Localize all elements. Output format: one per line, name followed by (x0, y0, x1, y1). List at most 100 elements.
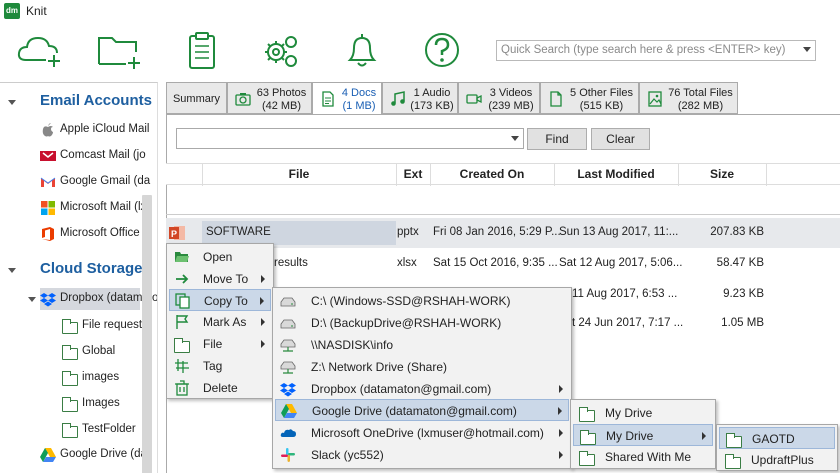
quick-search-input[interactable]: Quick Search (type search here & press <… (496, 40, 816, 61)
flag-icon (176, 315, 189, 329)
tab-bar: Summary 63 Photos (42 MB) 4 Docs (1 MB) … (166, 82, 840, 115)
onedrive-icon (280, 429, 296, 437)
open-folder-icon (175, 252, 189, 262)
menu-item-mark-as[interactable]: Mark As (169, 311, 271, 333)
menu-item-dropbox[interactable]: Dropbox (datamaton@gmail.com) (275, 378, 569, 400)
cell-size: 9.23 KB (723, 288, 764, 300)
column-ext[interactable]: Ext (396, 167, 430, 181)
sidebar-heading-cloud: Cloud Storage (40, 260, 143, 277)
grid-filter-row[interactable] (166, 185, 840, 215)
microsoft-icon (41, 201, 55, 215)
cell-size: 58.47 KB (716, 257, 764, 269)
music-note-icon (391, 91, 405, 106)
tab-photos[interactable]: 63 Photos (42 MB) (227, 82, 312, 114)
chevron-right-icon (702, 432, 706, 440)
collapse-cloud-icon[interactable] (8, 268, 16, 273)
column-modified[interactable]: Last Modified (554, 167, 678, 181)
sidebar-heading-email: Email Accounts (40, 92, 152, 109)
menu-item-tag[interactable]: Tag (169, 355, 271, 377)
google-drive-icon (40, 448, 56, 462)
toolbar: Quick Search (type search here & press <… (0, 22, 840, 80)
search-placeholder: Quick Search (type search here & press <… (501, 44, 786, 56)
title-bar: dm Knit (0, 0, 840, 22)
folder-icon (726, 433, 742, 448)
folder-icon (580, 430, 596, 445)
sidebar-item-dropbox[interactable]: Dropbox (datamaton (40, 288, 157, 310)
menu-item-slack[interactable]: Slack (yc552) (275, 444, 569, 466)
menu-item-drive-c[interactable]: C:\ (Windows-SSD@RSHAH-WORK) (275, 290, 569, 312)
cell-size: 1.05 MB (721, 317, 764, 329)
menu-item-gaotd[interactable]: GAOTD (719, 427, 835, 449)
gmail-icon (40, 177, 56, 187)
column-file[interactable]: File (202, 167, 396, 181)
chevron-right-icon (261, 340, 265, 348)
folder-icon (174, 338, 190, 353)
cell-created: Fri 08 Jan 2016, 5:29 P... (433, 226, 561, 238)
menu-item-onedrive[interactable]: Microsoft OneDrive (lxmuser@hotmail.com) (275, 422, 569, 444)
menu-item-network-drive-z[interactable]: Z:\ Network Drive (Share) (275, 356, 569, 378)
menu-item-drive-d[interactable]: D:\ (BackupDrive@RSHAH-WORK) (275, 312, 569, 334)
menu-item-my-drive-root[interactable]: My Drive (573, 402, 713, 424)
sidebar-scrollbar[interactable] (142, 195, 152, 473)
menu-item-open[interactable]: Open (169, 246, 271, 268)
menu-item-nasdisk[interactable]: \\NASDISK\info (275, 334, 569, 356)
menu-item-updraftplus[interactable]: UpdraftPlus (719, 449, 835, 471)
filter-combo[interactable] (176, 128, 524, 149)
column-created[interactable]: Created On (430, 167, 554, 181)
cell-modified: t 24 Jun 2017, 7:17 ... (572, 317, 684, 329)
folder-icon (62, 319, 78, 334)
menu-item-move-to[interactable]: Move To (169, 268, 271, 290)
tag-icon (175, 359, 189, 373)
cell-file: results (274, 257, 308, 269)
google-drive-icon (281, 404, 297, 418)
folder-icon (579, 451, 595, 466)
menu-item-google-drive[interactable]: Google Drive (datamaton@gmail.com) (275, 399, 569, 421)
cloud-add-icon[interactable] (16, 30, 64, 70)
document-icon (322, 91, 334, 107)
powerpoint-icon: P (169, 226, 185, 240)
chevron-down-icon[interactable] (803, 47, 811, 52)
menu-item-my-drive[interactable]: My Drive (573, 424, 713, 446)
chevron-right-icon (260, 297, 264, 305)
tab-summary[interactable]: Summary (166, 82, 227, 114)
cell-modified: 11 Aug 2017, 6:53 ... (572, 288, 678, 300)
collapse-email-icon[interactable] (8, 100, 16, 105)
chevron-down-icon[interactable] (511, 136, 519, 141)
move-icon (176, 274, 189, 284)
gears-icon[interactable] (258, 30, 306, 70)
copy-to-submenu: C:\ (Windows-SSD@RSHAH-WORK) D:\ (Backup… (272, 287, 572, 469)
chevron-right-icon (261, 275, 265, 283)
cell-modified: Sun 13 Aug 2017, 11:... (559, 226, 679, 238)
copy-icon (175, 293, 190, 309)
chevron-right-icon (558, 407, 562, 415)
tab-docs[interactable]: 4 Docs (1 MB) (312, 82, 382, 115)
column-size[interactable]: Size (678, 167, 766, 181)
image-file-icon (648, 91, 662, 107)
collapse-dropbox-icon[interactable] (28, 297, 36, 302)
menu-item-shared-with-me[interactable]: Shared With Me (573, 446, 713, 468)
help-icon[interactable] (418, 30, 466, 70)
chevron-right-icon (559, 451, 563, 459)
bell-icon[interactable] (338, 30, 386, 70)
tab-other-files[interactable]: 5 Other Files (515 KB) (540, 82, 639, 114)
menu-item-file[interactable]: File (169, 333, 271, 355)
tab-videos[interactable]: 3 Videos (239 MB) (458, 82, 540, 114)
cell-ext: xlsx (397, 257, 417, 269)
tab-total-files[interactable]: 76 Total Files (282 MB) (639, 82, 738, 114)
folder-icon (579, 407, 595, 422)
folder-add-icon[interactable] (96, 30, 144, 70)
file-icon (550, 91, 562, 107)
chevron-right-icon (261, 318, 265, 326)
comcast-icon (40, 151, 56, 161)
folder-icon (62, 371, 78, 386)
cell-ext: pptx (397, 226, 419, 238)
clear-button[interactable]: Clear (591, 128, 650, 150)
cell-size: 207.83 KB (710, 226, 764, 238)
menu-item-delete[interactable]: Delete (169, 377, 271, 399)
find-button[interactable]: Find (527, 128, 587, 150)
chevron-right-icon (559, 429, 563, 437)
tab-audio[interactable]: 1 Audio (173 KB) (382, 82, 458, 114)
clipboard-icon[interactable] (178, 30, 226, 70)
menu-item-copy-to[interactable]: Copy To (169, 289, 271, 311)
folder-icon (62, 423, 78, 438)
